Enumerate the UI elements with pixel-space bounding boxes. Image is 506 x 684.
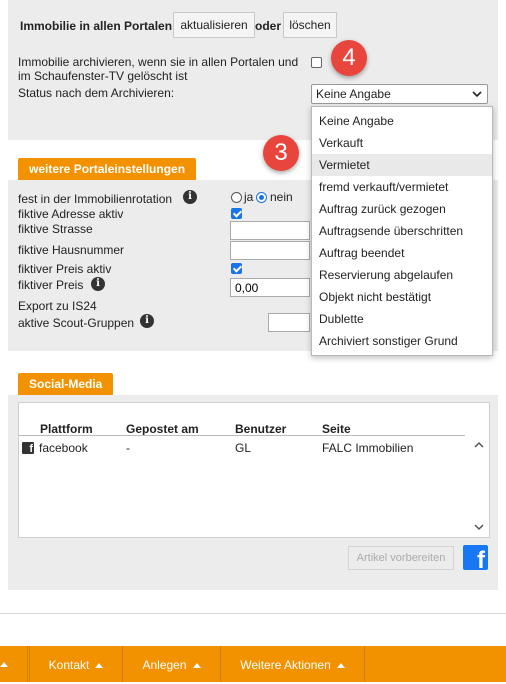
fake-street-label: fiktive Strasse <box>18 222 93 236</box>
cell-page: FALC Immobilien <box>322 441 414 455</box>
info-icon[interactable]: i <box>140 314 154 328</box>
dropdown-option[interactable]: Verkauft <box>312 132 492 154</box>
dropdown-option[interactable]: Dublette <box>312 308 492 330</box>
fake-house-number-label: fiktive Hausnummer <box>18 243 125 257</box>
facebook-share-icon[interactable]: f <box>463 545 488 570</box>
radio-no[interactable] <box>256 192 267 203</box>
fake-price-input[interactable] <box>230 278 310 297</box>
dropdown-option[interactable]: Auftragsende überschritten <box>312 220 492 242</box>
bottom-bar-create[interactable]: Anlegen <box>122 646 220 682</box>
bottom-bar-create-label: Anlegen <box>142 658 187 672</box>
annotation-badge-4: 4 <box>331 40 367 76</box>
radio-yes-label: ja <box>244 190 254 204</box>
fake-address-active-label: fiktive Adresse aktiv <box>18 207 124 221</box>
status-label: Status nach dem Archivieren: <box>18 86 175 100</box>
cell-posted: - <box>126 441 130 455</box>
caret-up-icon <box>336 663 345 668</box>
column-header-page: Seite <box>322 422 351 436</box>
caret-up-icon <box>0 662 8 667</box>
cell-user: GL <box>235 441 252 455</box>
cell-platform: facebook <box>39 441 88 455</box>
archive-checkbox[interactable] <box>311 57 322 68</box>
bottom-bar-more-actions-label: Weitere Aktionen <box>240 658 331 672</box>
bottom-bar-more-actions[interactable]: Weitere Aktionen <box>220 646 365 682</box>
scroll-down-icon[interactable] <box>474 524 484 531</box>
or-label: oder <box>255 19 282 33</box>
fake-price-checkbox[interactable] <box>231 263 242 274</box>
status-select[interactable]: Keine Angabe <box>311 84 488 104</box>
prepare-article-button[interactable]: Artikel vorbereiten <box>348 546 454 570</box>
column-header-platform: Plattform <box>40 422 93 436</box>
bottom-bar-contact-label: Kontakt <box>48 658 90 672</box>
bottom-bar-contact[interactable]: Kontakt <box>29 646 122 682</box>
bottom-action-bar: Kontakt Anlegen Weitere Aktionen <box>0 646 506 682</box>
radio-yes[interactable] <box>231 192 242 203</box>
fake-address-checkbox[interactable] <box>231 208 242 219</box>
scout-groups-input[interactable] <box>268 313 310 332</box>
fake-price-active-label: fiktiver Preis aktiv <box>18 262 112 276</box>
table-scrollbar[interactable] <box>470 436 488 536</box>
status-select-value: Keine Angabe <box>316 87 391 101</box>
export-label: Export zu IS24 <box>18 299 97 313</box>
annotation-badge-3: 3 <box>263 135 299 171</box>
portals-label: Immobilie in allen Portalen <box>20 19 173 33</box>
radio-no-label: nein <box>270 190 293 204</box>
caret-up-icon <box>95 663 104 668</box>
dropdown-option[interactable]: Auftrag beendet <box>312 242 492 264</box>
dropdown-option[interactable]: Reservierung abgelaufen <box>312 264 492 286</box>
dropdown-option[interactable]: Archiviert sonstiger Grund <box>312 330 492 352</box>
column-header-user: Benutzer <box>235 422 287 436</box>
dropdown-option[interactable]: fremd verkauft/vermietet <box>312 176 492 198</box>
scroll-up-icon[interactable] <box>474 441 484 448</box>
dropdown-option-highlighted[interactable]: Vermietet <box>312 154 492 176</box>
info-icon[interactable]: i <box>91 277 105 291</box>
dropdown-option[interactable]: Auftrag zurück gezogen <box>312 198 492 220</box>
caret-up-icon <box>192 663 201 668</box>
divider <box>0 613 506 614</box>
archive-label-line1: Immobilie archivieren, wenn sie in allen… <box>18 55 299 69</box>
fake-house-number-input[interactable] <box>230 241 310 260</box>
status-dropdown-list[interactable]: Keine Angabe Verkauft Vermietet fremd ve… <box>311 106 493 356</box>
info-icon[interactable]: i <box>183 190 197 204</box>
fake-price-label: fiktiver Preis <box>18 278 84 292</box>
facebook-icon: f <box>22 442 34 454</box>
header-divider <box>19 435 465 436</box>
delete-button[interactable]: löschen <box>283 12 337 38</box>
tab-social-media[interactable]: Social-Media <box>18 373 114 395</box>
scout-groups-label: aktive Scout-Gruppen <box>18 316 135 330</box>
dropdown-option[interactable]: Objekt nicht bestätigt <box>312 286 492 308</box>
tab-portal-settings[interactable]: weitere Portaleinstellungen <box>18 158 197 180</box>
column-header-posted: Gepostet am <box>126 422 199 436</box>
dropdown-option[interactable]: Keine Angabe <box>312 110 492 132</box>
archive-label-line2: im Schaufenster-TV gelöscht ist <box>18 69 188 83</box>
fake-street-input[interactable] <box>230 221 310 240</box>
chevron-down-icon <box>472 91 482 98</box>
update-button[interactable]: aktualisieren <box>173 12 255 38</box>
rotation-label: fest in der Immobilienrotation <box>18 192 173 206</box>
bottom-bar-left-toggle[interactable] <box>0 646 28 682</box>
